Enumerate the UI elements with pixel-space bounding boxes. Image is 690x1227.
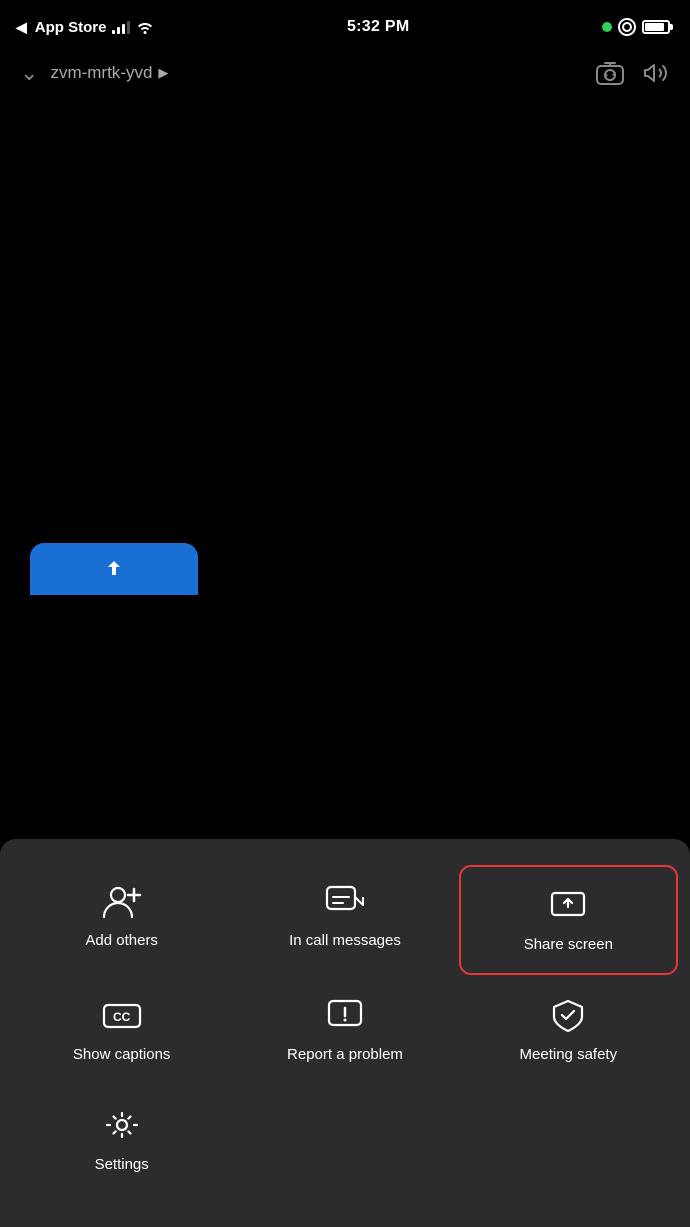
- status-bar: ◀ App Store 5:32 PM: [0, 0, 690, 50]
- menu-row-3: Settings: [10, 1087, 680, 1197]
- camera-flip-icon[interactable]: [596, 61, 624, 85]
- report-problem-label: Report a problem: [287, 1045, 403, 1065]
- back-arrow-icon: ◀: [16, 19, 27, 36]
- add-others-label: Add others: [85, 931, 158, 951]
- meeting-id-arrow-icon: ▶: [158, 65, 168, 81]
- meeting-id-text: zvm-mrtk-yvd: [50, 63, 152, 83]
- share-screen-icon: [548, 885, 588, 925]
- carrier-label: App Store: [35, 19, 107, 36]
- show-captions-label: Show captions: [73, 1045, 171, 1065]
- menu-item-settings[interactable]: Settings: [10, 1087, 233, 1197]
- signal-icon: [112, 20, 130, 34]
- status-right: [602, 18, 670, 36]
- menu-item-in-call-messages[interactable]: In call messages: [233, 863, 456, 977]
- status-left: ◀ App Store: [16, 19, 154, 36]
- menu-item-meeting-safety[interactable]: Meeting safety: [457, 977, 680, 1087]
- wifi-icon: [136, 20, 154, 34]
- header: ⌄ zvm-mrtk-yvd ▶: [0, 50, 690, 96]
- chevron-down-icon[interactable]: ⌄: [20, 60, 38, 86]
- meeting-id[interactable]: zvm-mrtk-yvd ▶: [50, 63, 584, 83]
- report-problem-icon: [325, 995, 365, 1035]
- menu-item-show-captions[interactable]: CC Show captions: [10, 977, 233, 1087]
- menu-item-add-others[interactable]: Add others: [10, 863, 233, 977]
- add-others-icon: [102, 881, 142, 921]
- menu-row-1: Add others In call messages Share screen: [10, 863, 680, 977]
- header-icons: [596, 61, 670, 85]
- meeting-safety-icon: [548, 995, 588, 1035]
- menu-item-report-problem[interactable]: Report a problem: [233, 977, 456, 1087]
- menu-item-share-screen[interactable]: Share screen: [459, 865, 678, 975]
- screen-record-icon: [618, 18, 636, 36]
- battery-icon: [642, 20, 670, 34]
- in-call-messages-label: In call messages: [289, 931, 401, 951]
- upload-icon: [104, 559, 124, 579]
- settings-label: Settings: [95, 1155, 149, 1175]
- in-call-messages-icon: [325, 881, 365, 921]
- svg-text:CC: CC: [113, 1010, 131, 1024]
- menu-row-2: CC Show captions Report a problem: [10, 977, 680, 1087]
- status-time: 5:32 PM: [347, 18, 410, 36]
- bottom-panel: Add others In call messages Share screen: [0, 839, 690, 1227]
- green-dot-icon: [602, 22, 612, 32]
- share-screen-label: Share screen: [524, 935, 613, 955]
- settings-icon: [102, 1105, 142, 1145]
- share-button-partial[interactable]: [30, 543, 198, 595]
- speaker-icon[interactable]: [644, 61, 670, 85]
- show-captions-icon: CC: [102, 995, 142, 1035]
- meeting-safety-label: Meeting safety: [520, 1045, 618, 1065]
